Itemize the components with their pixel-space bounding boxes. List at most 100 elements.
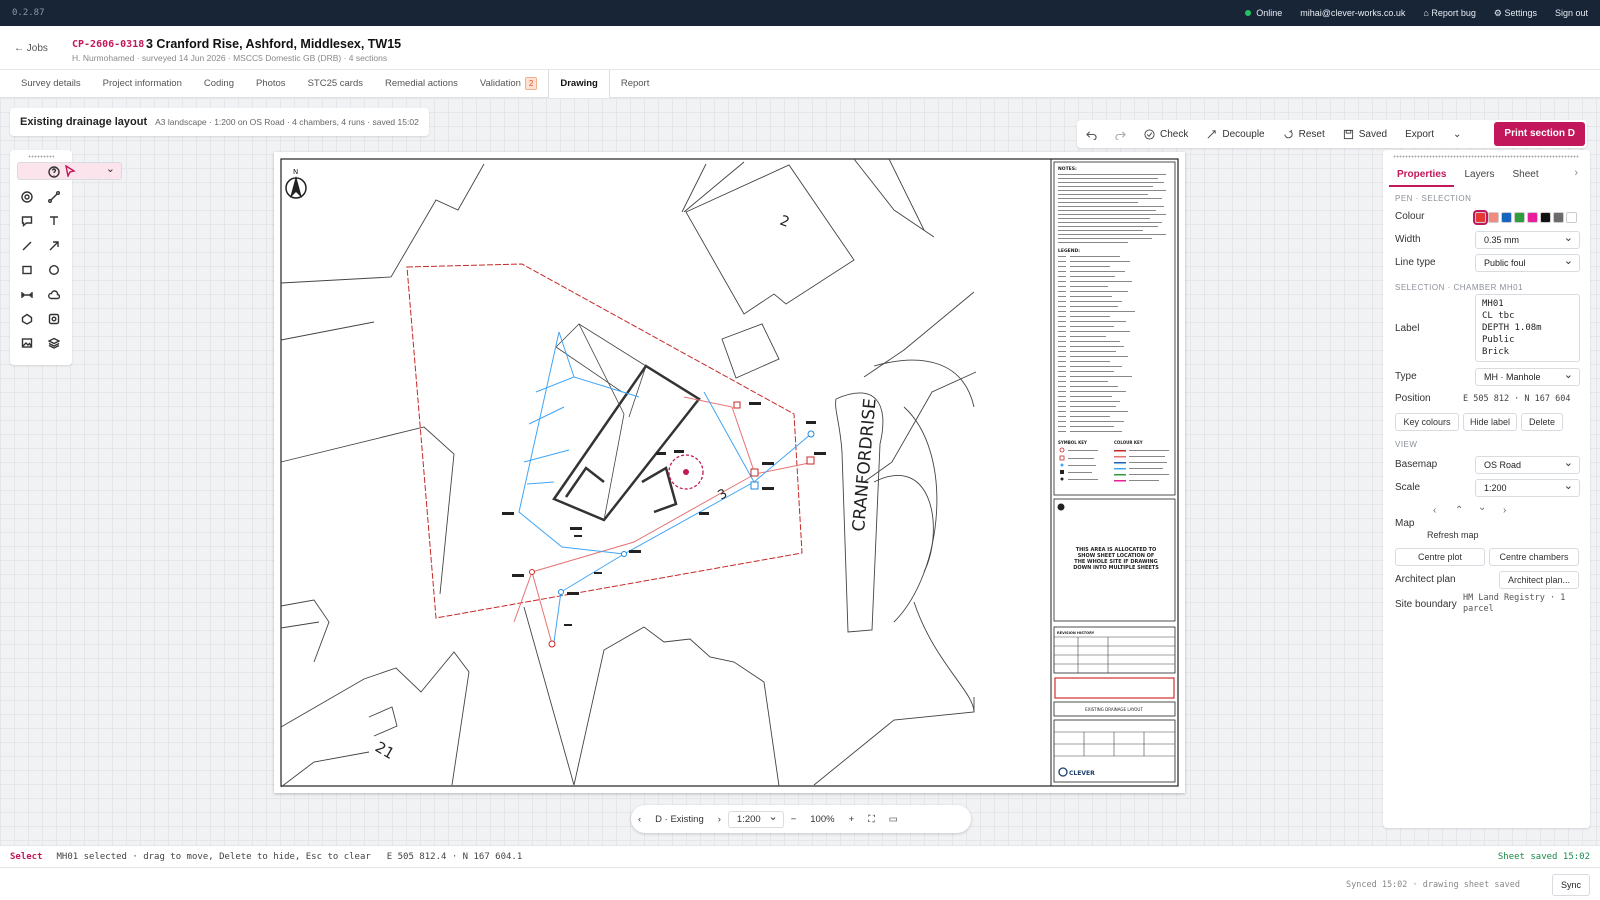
panel-drag-handle-icon[interactable] — [1393, 155, 1579, 158]
chamber-type-select[interactable]: MH · Manhole — [1475, 368, 1580, 386]
job-subtitle: H. Nurmohamed · surveyed 14 Jun 2026 · M… — [72, 53, 388, 63]
circle-icon — [48, 264, 60, 276]
drawing-tools-palette — [10, 150, 122, 365]
revision-history-heading: REVISION HISTORY — [1057, 631, 1095, 635]
sheet-scale-select[interactable]: 1:200 — [727, 810, 784, 828]
tab-survey-details[interactable]: Survey details — [10, 70, 92, 97]
refresh-map-button[interactable]: Refresh map — [1427, 530, 1479, 540]
selected-chamber-mh01[interactable] — [668, 454, 704, 490]
key-colours-button[interactable]: Key colours — [1395, 413, 1459, 431]
drag-handle-icon[interactable] — [28, 155, 54, 158]
pan-down-icon[interactable]: ⌄ — [1478, 502, 1486, 513]
help-tool-button[interactable] — [44, 162, 64, 182]
collapse-panel-icon[interactable]: › — [1574, 167, 1578, 179]
back-to-jobs-link[interactable]: ← Jobs — [14, 43, 48, 54]
colour-swatch[interactable] — [1553, 212, 1564, 223]
position-value: E 505 812 · N 167 604 — [1463, 394, 1571, 404]
image-icon — [21, 338, 33, 348]
chamber-markers[interactable] — [529, 401, 815, 648]
architect-plan-button[interactable]: Architect plan... — [1499, 571, 1579, 589]
fit-to-screen-icon[interactable]: ⛶ — [861, 814, 882, 825]
hide-label-button[interactable]: Hide label — [1463, 413, 1517, 431]
basemap-select[interactable]: OS Road — [1475, 456, 1580, 474]
line-type-select[interactable]: Public foul — [1475, 254, 1580, 272]
drainage-map-svg[interactable]: CRANFORDRISE 2 3 21 N NOTES: LEGEND: SYM… — [274, 152, 1185, 793]
tab-stc25-cards[interactable]: STC25 cards — [297, 70, 374, 97]
tab-sheet[interactable]: Sheet — [1504, 164, 1546, 187]
colour-swatch[interactable] — [1540, 212, 1551, 223]
sign-out-link[interactable]: Sign out — [1555, 8, 1588, 18]
rectangle-tool-button[interactable] — [17, 260, 37, 280]
selection-section-heading: SELECTION · CHAMBER MH01 — [1395, 283, 1524, 292]
colour-swatch[interactable] — [1566, 212, 1577, 223]
chamber-tool-button[interactable] — [17, 187, 37, 207]
colour-swatch[interactable] — [1501, 212, 1512, 223]
tab-report[interactable]: Report — [610, 70, 661, 97]
drawing-sheet[interactable]: CRANFORDRISE 2 3 21 N NOTES: LEGEND: SYM… — [274, 152, 1185, 793]
colour-swatch[interactable] — [1514, 212, 1525, 223]
user-email[interactable]: mihai@clever-works.co.uk — [1300, 8, 1405, 18]
line-tool-button[interactable] — [17, 236, 37, 256]
check-button[interactable]: Check — [1135, 120, 1197, 148]
architect-plan-label: Architect plan — [1395, 574, 1456, 585]
pan-left-icon[interactable]: ‹ — [1433, 505, 1436, 516]
arrow-icon — [49, 241, 59, 251]
polygon-tool-button[interactable] — [17, 309, 37, 329]
circle-tool-button[interactable] — [44, 260, 64, 280]
colour-swatch[interactable] — [1527, 212, 1538, 223]
arrow-tool-button[interactable] — [44, 236, 64, 256]
zoom-out-icon[interactable]: − — [784, 814, 804, 825]
width-select[interactable]: 0.35 mm — [1475, 231, 1580, 249]
sync-button[interactable]: Sync — [1551, 874, 1590, 896]
position-label: Position — [1395, 393, 1431, 404]
sheet-navigator: ‹ D · Existing › 1:200 − 100% + ⛶ ▭ — [631, 805, 971, 833]
tab-coding[interactable]: Coding — [193, 70, 245, 97]
tab-remedial-actions[interactable]: Remedial actions — [374, 70, 469, 97]
redo-button[interactable] — [1106, 120, 1135, 148]
prev-sheet-icon[interactable]: ‹ — [631, 814, 648, 825]
chamber-label-textarea[interactable]: MH01 CL tbc DEPTH 1.08m Public Brick — [1475, 294, 1580, 362]
tab-drawing[interactable]: Drawing — [548, 70, 610, 98]
pipe-run-tool-button[interactable] — [44, 187, 64, 207]
colour-swatch[interactable] — [1488, 212, 1499, 223]
current-sheet[interactable]: D · Existing — [648, 814, 711, 825]
drawing-title: Existing drainage layout — [20, 116, 148, 128]
comment-tool-button[interactable] — [17, 211, 37, 231]
next-sheet-icon[interactable]: › — [711, 814, 728, 825]
colour-swatch[interactable] — [1473, 210, 1488, 225]
layers-tool-button[interactable] — [44, 333, 64, 353]
report-bug-link[interactable]: ⌂ Report bug — [1423, 8, 1475, 18]
pan-up-icon[interactable]: ⌃ — [1455, 505, 1463, 516]
tab-properties[interactable]: Properties — [1389, 164, 1455, 187]
symbol-tool-button[interactable] — [44, 309, 64, 329]
tab-layers[interactable]: Layers — [1456, 164, 1502, 187]
online-dot-icon — [1245, 10, 1252, 16]
reset-button[interactable]: Reset — [1274, 120, 1334, 148]
scale-select[interactable]: 1:200 — [1475, 479, 1580, 497]
print-section-button[interactable]: Print section D — [1494, 122, 1585, 146]
export-dropdown[interactable]: Export ⌄ — [1396, 120, 1470, 148]
help-icon — [48, 166, 60, 178]
centre-plot-button[interactable]: Centre plot — [1395, 548, 1485, 566]
dimension-icon — [21, 292, 33, 298]
decouple-button[interactable]: Decouple — [1197, 120, 1273, 148]
pan-right-icon[interactable]: › — [1503, 505, 1506, 516]
undo-icon — [1086, 130, 1097, 140]
symbol-icon — [48, 313, 60, 325]
undo-button[interactable] — [1077, 120, 1106, 148]
sheet-view-icon[interactable]: ▭ — [882, 814, 905, 825]
dimension-tool-button[interactable] — [17, 285, 37, 305]
text-tool-button[interactable] — [44, 211, 64, 231]
delete-button[interactable]: Delete — [1521, 413, 1563, 431]
tab-validation[interactable]: Validation 2 — [469, 70, 548, 97]
tool-mode: Select — [10, 851, 43, 862]
settings-link[interactable]: ⚙ Settings — [1494, 8, 1537, 19]
zoom-in-icon[interactable]: + — [842, 814, 862, 825]
image-tool-button[interactable] — [17, 333, 37, 353]
tab-photos[interactable]: Photos — [245, 70, 297, 97]
gear-icon: ⚙ — [1493, 7, 1505, 18]
select-tool-button[interactable] — [17, 162, 122, 180]
centre-chambers-button[interactable]: Centre chambers — [1489, 548, 1579, 566]
tab-project-information[interactable]: Project information — [92, 70, 193, 97]
cloud-tool-button[interactable] — [44, 285, 64, 305]
